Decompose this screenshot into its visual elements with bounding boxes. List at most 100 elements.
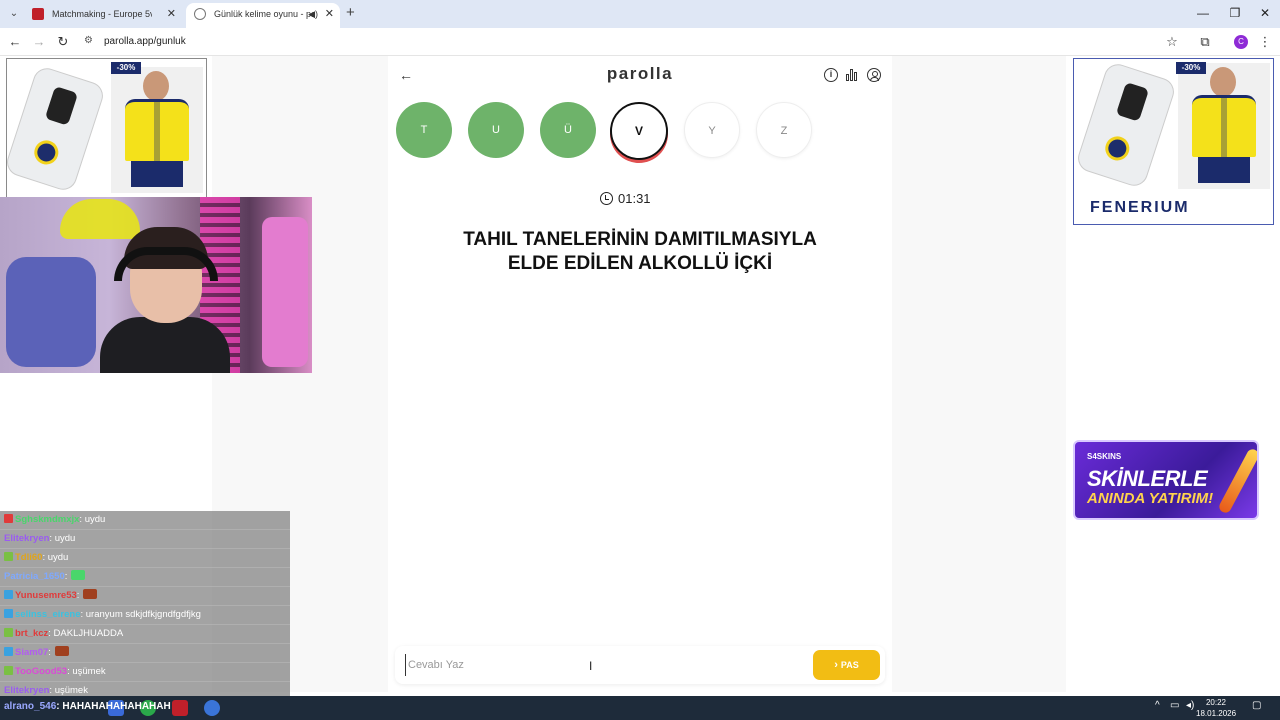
user-icon[interactable] [867,68,881,82]
taskbar-app-icon[interactable] [172,700,188,716]
pass-label: PAS [840,660,859,670]
close-window-button[interactable]: ✕ [1250,4,1280,22]
chat-message: : uydu [49,533,76,544]
skins-headline: SKİNLERLE [1087,466,1208,491]
clock-date: 18.01.2026 [1196,709,1237,718]
chat-username: Tdli60 [15,552,43,563]
system-clock[interactable]: 20:22 18.01.2026 [1196,697,1236,719]
chat-message: : uranyum sdkjdfkjgndfgdfjkg [80,609,201,620]
chat-username: Sghskmdmxjx [15,514,80,525]
chat-badge-icon [4,647,13,656]
ad-skins-banner[interactable]: S4SKINS SKİNLERLE ANINDA YATIRIM! [1073,440,1259,520]
pass-button[interactable]: › PAS [813,650,880,680]
discount-badge: -30% [111,62,141,74]
chat-emote-icon [54,646,69,656]
chat-badge-icon [4,514,13,523]
address-toolbar: ← → ↻ ⚙ parolla.app/gunluk ☆ ⧉ C ⋮ [0,28,1280,56]
info-icon[interactable]: i [824,68,838,82]
address-field[interactable]: parolla.app/gunluk [104,35,186,49]
profile-avatar[interactable]: C [1234,35,1248,49]
taskbar-chrome-icon[interactable] [204,700,220,716]
knife-icon [1217,447,1257,515]
chat-badge-icon [4,590,13,599]
skins-subheadline: ANINDA YATIRIM! [1087,490,1214,507]
countdown-timer: 01:31 [600,190,680,208]
chat-username: TooGood53 [15,666,68,677]
favicon-icon [194,8,206,20]
chat-emote-icon [83,589,98,599]
chevron-right-icon: › [834,659,838,671]
chat-message: : uydu [79,514,106,525]
streamer-webcam [0,197,312,373]
chat-username: selinss_eirene [15,609,81,620]
ad-banner-right[interactable]: -30% FENERIUM [1073,58,1274,225]
chat-message: : uşümek [49,685,88,696]
tab-title: Matchmaking - Europe 5v5 Qu [52,9,152,19]
chat-message: : DAKLJHUADDA [48,628,124,639]
menu-kebab-icon[interactable]: ⋮ [1256,33,1274,51]
player-image [1178,63,1270,189]
right-gutter [892,56,1066,692]
letter-circle: U [468,102,524,158]
tab-search-icon[interactable]: ⌄ [6,6,22,22]
chat-row: Siam07: [0,644,290,663]
back-arrow-icon[interactable]: ← [398,67,414,83]
letter-circle: Ü [540,102,596,158]
stats-icon[interactable] [846,68,860,82]
chat-username: Elitekryen [4,533,50,544]
discount-badge: -30% [1176,62,1206,74]
fenerium-logo: FENERIUM [1090,199,1190,216]
chat-row: Tdli60: uydu [0,549,290,568]
reload-icon[interactable]: ↻ [54,33,72,51]
chat-message: : [48,647,51,658]
extensions-icon[interactable]: ⧉ [1196,33,1214,51]
chat-row: Sghskmdmxjx: uydu [0,511,290,530]
site-info-icon[interactable]: ⚙ [84,35,98,49]
chat-row: Yunusemre53: [0,587,290,606]
chat-row: Elitekryen: uydu [0,530,290,549]
minimize-button[interactable]: — [1188,4,1218,22]
faleaf-icon [32,8,44,20]
chat-row: TooGood53: uşümek [0,663,290,682]
new-tab-button[interactable]: + [346,4,362,22]
close-tab-icon[interactable]: ✕ [167,3,176,25]
chat-username: Yunusemre53 [15,590,77,601]
chat-username: Patricia_1650 [4,571,65,582]
question-line: ELDE EDİLEN ALKOLLÜ İÇKİ [507,253,773,274]
close-tab-icon[interactable]: ✕ [325,3,334,25]
chat-username: alrano_546 [4,701,57,712]
chat-badge-icon [4,666,13,675]
restore-button[interactable]: ❐ [1220,4,1250,22]
chat-row: Patricia_1650: [0,568,290,587]
audio-playing-icon[interactable]: ◀) [308,3,318,25]
player-image [111,67,203,193]
answer-input[interactable] [405,654,785,676]
volume-icon[interactable]: ◂) [1186,700,1194,711]
chat-message: : uşümek [67,666,106,677]
chat-badge-icon [4,552,13,561]
tab-matchmaking[interactable]: Matchmaking - Europe 5v5 Qu ✕ [24,3,182,28]
chat-badge-icon [4,609,13,618]
powerbank-image [7,64,107,194]
letter-progress: T U Ü V Y Z [396,102,816,162]
tab-parolla[interactable]: Günlük kelime oyunu - paro ◀) ✕ [186,3,340,28]
ad-banner-left[interactable]: -30% [6,58,207,198]
letter-circle: Z [756,102,812,158]
chat-username: Siam07 [15,647,49,658]
clock-icon [600,192,613,205]
back-icon[interactable]: ← [6,33,24,51]
taskbar-chat-line: alrano_546: HAHAHAHAHAHAHAH [4,701,171,712]
forward-icon[interactable]: → [30,33,48,51]
bookmark-star-icon[interactable]: ☆ [1163,33,1181,51]
skins-brand-logo: S4SKINS [1087,452,1122,461]
chat-message: : uydu [42,552,69,563]
chat-message: : [76,590,80,601]
letter-circle: T [396,102,452,158]
chat-message: : [64,571,68,582]
notification-icon[interactable]: ▢ [1252,700,1261,711]
tray-chevron-icon[interactable]: ^ [1155,700,1160,711]
windows-taskbar: alrano_546: HAHAHAHAHAHAHAH ^ ▭ ◂) 20:22… [0,696,1280,720]
answer-bar: ›PAS [395,646,885,684]
letter-circle: Y [684,102,740,158]
network-icon[interactable]: ▭ [1170,700,1179,711]
